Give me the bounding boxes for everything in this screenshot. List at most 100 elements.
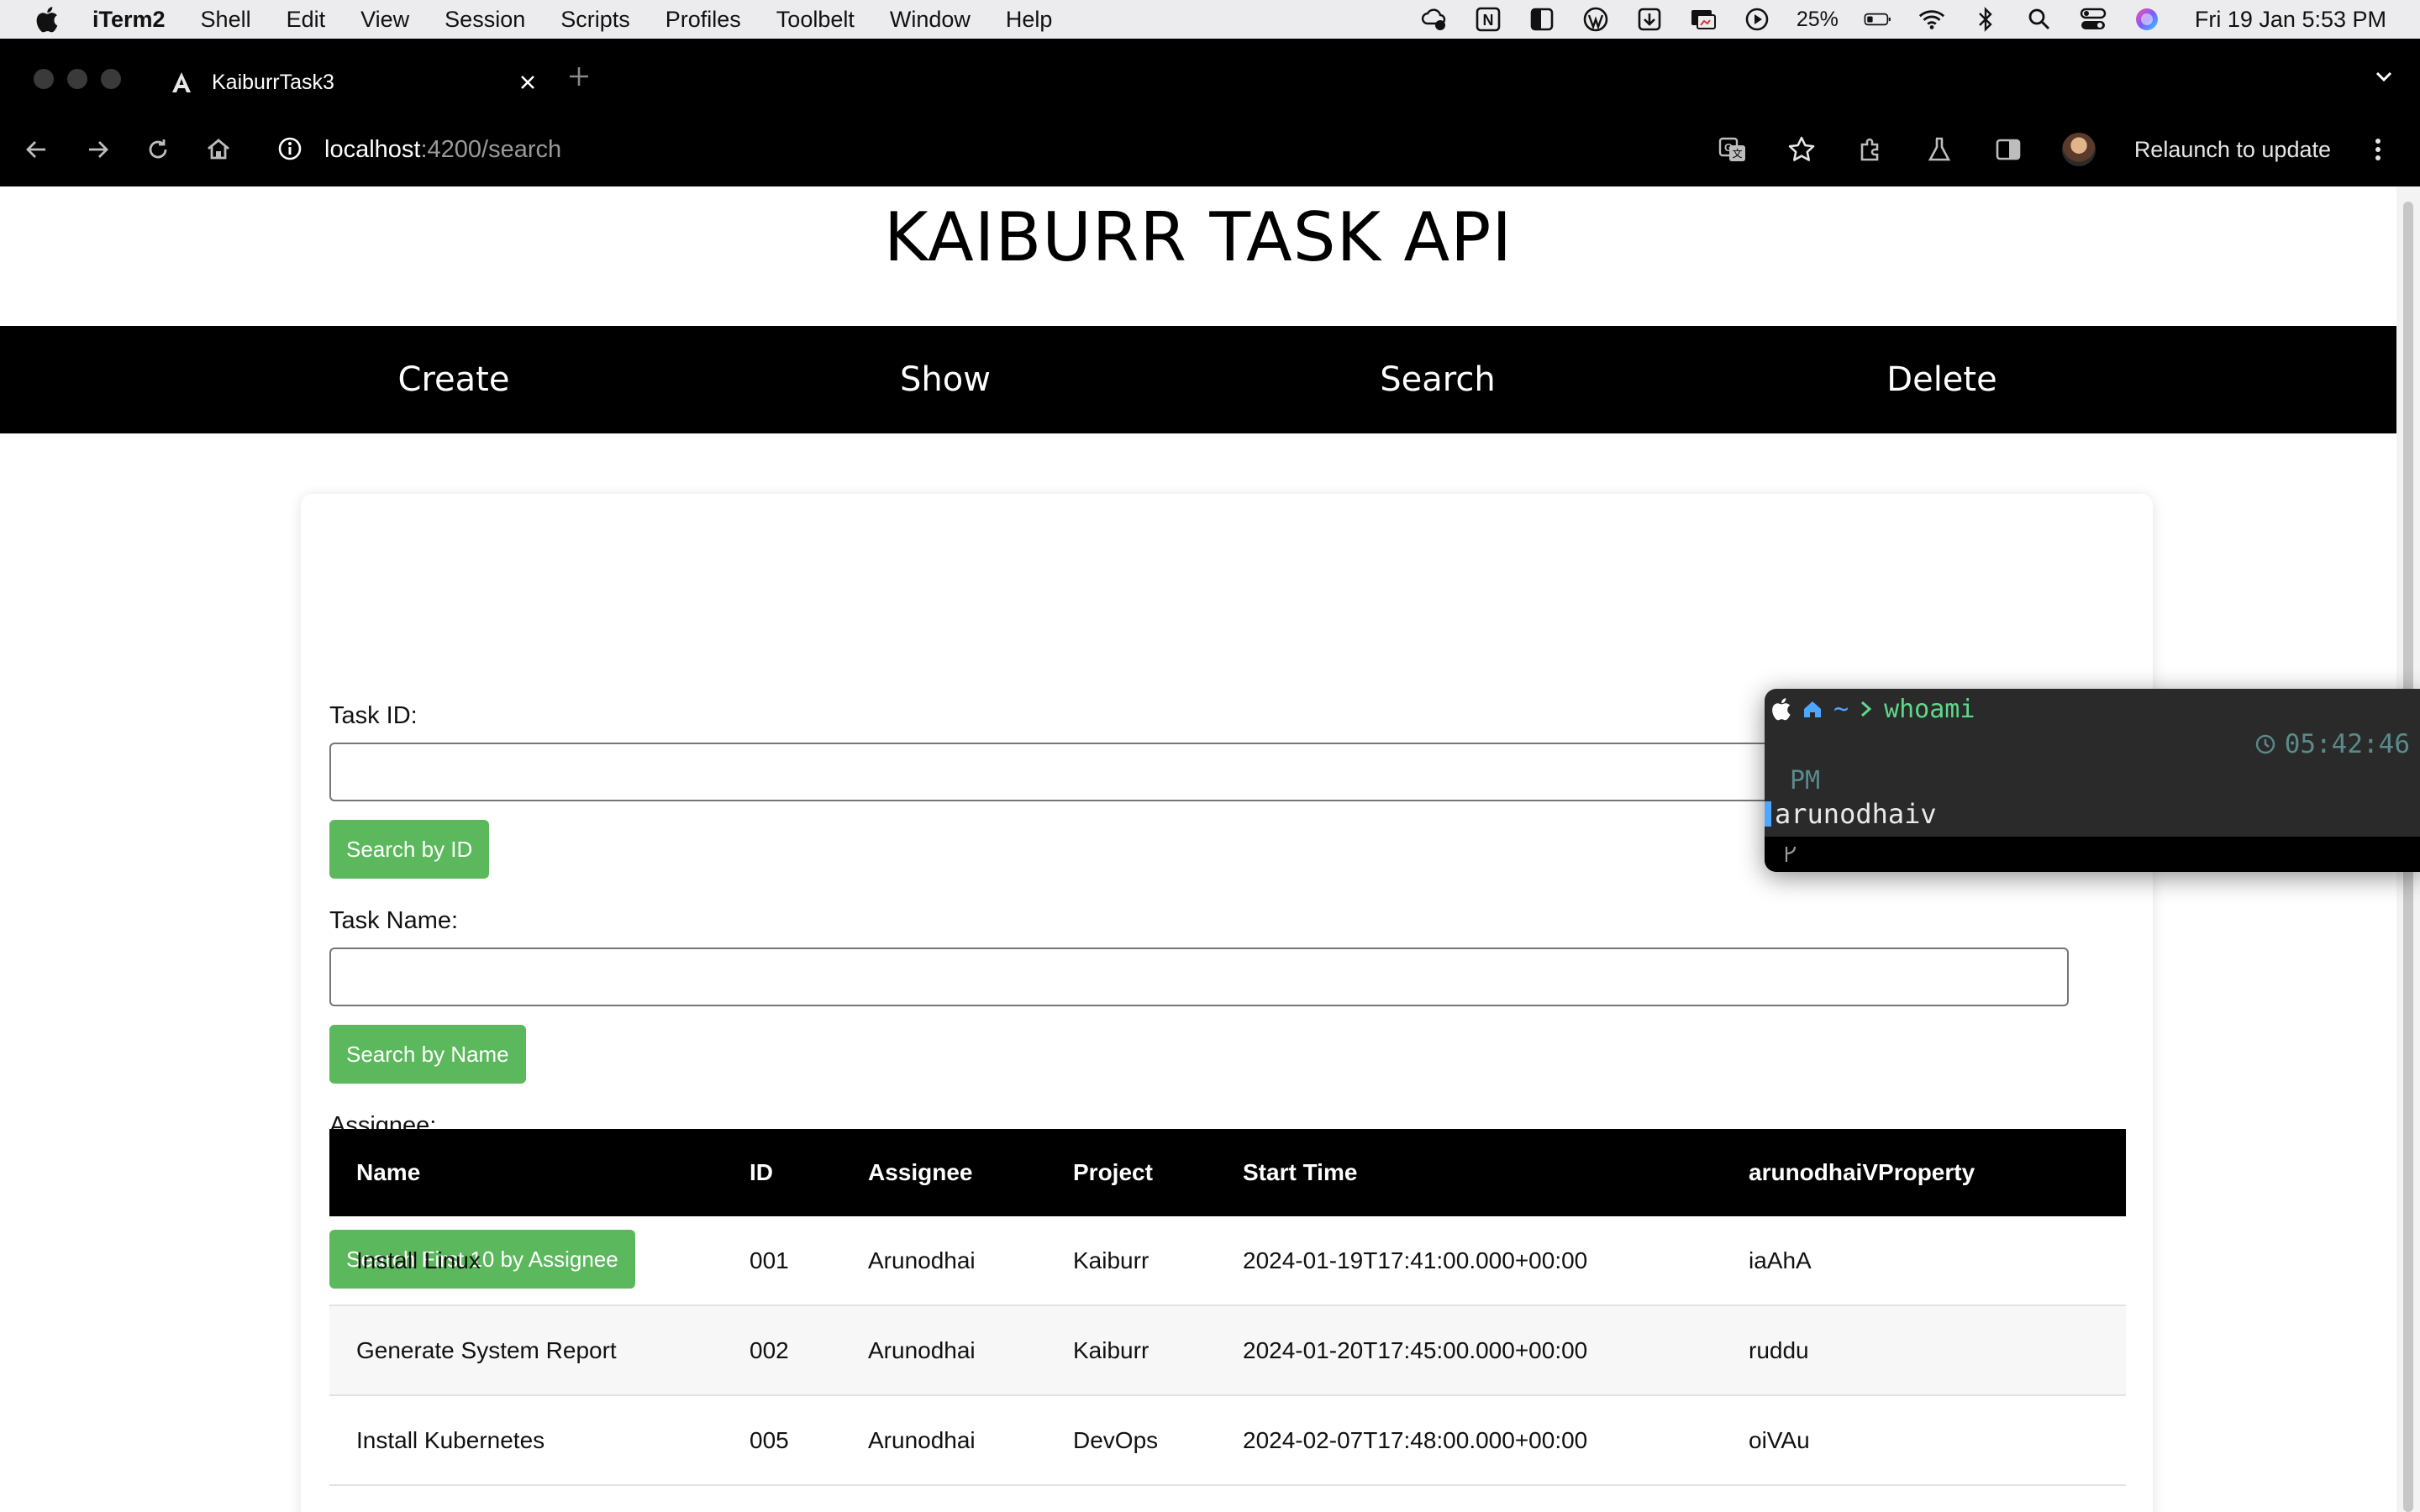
cell-id: 005 [723,1395,841,1486]
prompt-chevron-icon [1861,701,1872,717]
relaunch-to-update-button[interactable]: Relaunch to update [2134,137,2331,163]
address-bar[interactable]: localhost:4200/search [324,131,561,168]
control-center-icon[interactable] [2079,7,2107,32]
terminal-output: arunodhaiv [1775,798,1937,830]
search-by-name-button[interactable]: Search by Name [329,1025,526,1084]
tab-title: KaiburrTask3 [212,70,334,94]
cell-assignee: Arunodhai [841,1395,1046,1486]
iterm-terminal-window[interactable]: ~ whoami 05:42:46 PM arunodhaiv [1765,689,2420,872]
new-tab-icon[interactable] [565,62,593,91]
home-icon[interactable] [203,134,234,165]
labs-flask-icon[interactable] [1924,134,1954,165]
macos-menu-bar: iTerm2 Shell Edit View Session Scripts P… [0,0,2420,39]
cell-name: Generate System Report [329,1305,723,1396]
cell-property: iaAhA [1722,1216,2126,1306]
cell-project: Kaiburr [1046,1216,1216,1306]
nav-create-link[interactable]: Create [398,326,510,433]
terminal-prompt-line: ~ whoami [1770,694,1975,724]
download-icon[interactable] [1635,7,1664,32]
terminal-status-bar [1765,837,2420,872]
play-icon[interactable] [1743,7,1771,32]
site-info-icon[interactable] [276,134,304,163]
wordpress-icon[interactable] [1581,7,1610,32]
spotlight-search-icon[interactable] [2025,7,2054,32]
display-mirroring-icon[interactable] [1689,7,1718,32]
window-close-button[interactable] [34,69,54,89]
page-title: KAIBURR TASK API [883,198,1513,276]
menu-shell[interactable]: Shell [201,7,251,33]
menu-bar-status-area: N 25% Fri 19 Jan 5:53 PM [1420,0,2386,39]
task-name-label: Task Name: [329,907,459,934]
bluetooth-icon[interactable] [1971,7,2000,32]
column-header-assignee: Assignee [841,1129,1046,1216]
apple-prompt-icon [1772,698,1791,721]
cell-property: oiVAu [1722,1395,2126,1486]
tab-close-icon[interactable] [516,71,539,94]
url-host: localhost [324,135,421,163]
browser-tab-strip: KaiburrTask3 [0,39,2420,113]
wifi-icon[interactable] [1918,7,1946,32]
forward-arrow-icon[interactable] [82,134,113,165]
cell-assignee: Arunodhai [841,1216,1046,1306]
extensions-icon[interactable] [1855,134,1886,165]
search-by-id-button[interactable]: Search by ID [329,820,490,879]
menu-session[interactable]: Session [445,7,525,33]
table-row: Install Kubernetes 005 Arunodhai DevOps … [329,1395,2126,1486]
svg-text:文: 文 [1732,147,1742,160]
menu-scripts[interactable]: Scripts [560,7,630,33]
menu-profiles[interactable]: Profiles [666,7,741,33]
weather-icon[interactable] [1420,7,1449,32]
task-name-input[interactable] [329,948,2069,1006]
table-header-row: Name ID Assignee Project Start Time arun… [329,1129,2126,1216]
toolbar-actions: G文 Relaunch to update [1718,113,2386,186]
sidebar-app-icon[interactable] [1528,7,1556,32]
url-path: :4200/search [420,135,562,163]
profile-avatar[interactable] [2061,133,2096,166]
window-controls [34,69,121,89]
reload-icon[interactable] [143,134,173,165]
menu-window[interactable]: Window [890,7,971,33]
apple-logo-icon[interactable] [34,6,59,33]
notion-icon[interactable]: N [1474,7,1502,32]
menu-view[interactable]: View [360,7,409,33]
menu-toolbelt[interactable]: Toolbelt [776,7,855,33]
task-id-label: Task ID: [329,702,418,729]
clock-icon [2255,734,2275,754]
tab-search-chevron-icon[interactable] [2371,64,2396,89]
more-options-icon[interactable] [2370,134,2386,165]
terminal-timestamp: 05:42:46 [2254,729,2410,759]
nav-search-link[interactable]: Search [1380,326,1495,433]
window-minimize-button[interactable] [67,69,87,89]
cell-project: Kaiburr [1046,1305,1216,1396]
menu-help[interactable]: Help [1006,7,1053,33]
column-header-name: Name [329,1129,723,1216]
browser-tab-active[interactable]: KaiburrTask3 [158,52,541,113]
results-table: Name ID Assignee Project Start Time arun… [329,1129,2126,1486]
menu-edit[interactable]: Edit [287,7,326,33]
menu-app-iterm2[interactable]: iTerm2 [92,7,166,33]
svg-text:N: N [1482,12,1493,29]
cell-id: 002 [723,1305,841,1396]
cell-id: 001 [723,1216,841,1306]
table-row: Generate System Report 002 Arunodhai Kai… [329,1305,2126,1396]
git-branch-icon [1785,846,1797,862]
siri-icon[interactable] [2133,7,2161,32]
battery-icon[interactable] [1864,7,1892,32]
cell-name: Install Linux [329,1216,723,1306]
back-arrow-icon[interactable] [22,134,52,165]
translate-icon[interactable]: G文 [1718,134,1748,165]
nav-show-link[interactable]: Show [900,326,991,433]
cell-start-time: 2024-01-19T17:41:00.000+00:00 [1216,1216,1722,1306]
terminal-cursor-mark [1765,801,1771,827]
window-zoom-button[interactable] [101,69,121,89]
bookmark-star-icon[interactable] [1786,134,1817,165]
prompt-directory: ~ [1833,694,1849,724]
menu-bar-clock[interactable]: Fri 19 Jan 5:53 PM [2195,7,2386,33]
terminal-time: 05:42:46 [2284,729,2410,759]
column-header-property: arunodhaiVProperty [1722,1129,2126,1216]
terminal-ampm: PM [1790,766,1821,795]
side-panel-icon[interactable] [1993,134,2023,165]
cell-start-time: 2024-01-20T17:45:00.000+00:00 [1216,1305,1722,1396]
nav-delete-link[interactable]: Delete [1886,326,1996,433]
main-nav: Create Show Search Delete [0,326,2396,433]
